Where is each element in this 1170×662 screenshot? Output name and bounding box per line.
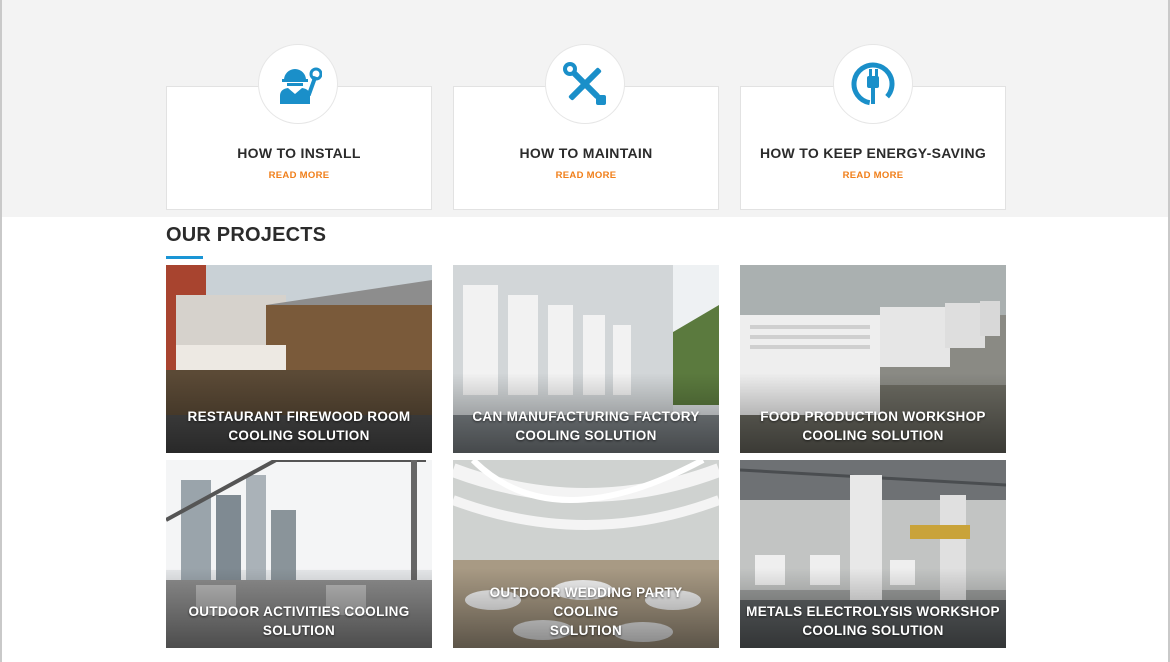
service-title: HOW TO KEEP ENERGY-SAVING — [759, 145, 987, 161]
project-caption: CAN MANUFACTURING FACTORY COOLING SOLUTI… — [472, 409, 700, 443]
project-tile-restaurant[interactable]: RESTAURANT FIREWOOD ROOM COOLING SOLUTIO… — [166, 265, 432, 453]
project-caption: OUTDOOR WEDDING PARTY COOLING SOLUTION — [489, 585, 683, 638]
project-tile-wedding-party[interactable]: OUTDOOR WEDDING PARTY COOLING SOLUTION — [453, 460, 719, 648]
project-caption: METALS ELECTROLYSIS WORKSHOP COOLING SOL… — [746, 604, 1000, 638]
project-caption: RESTAURANT FIREWOOD ROOM COOLING SOLUTIO… — [187, 409, 411, 443]
read-more-link[interactable]: READ MORE — [454, 170, 718, 181]
read-more-link[interactable]: READ MORE — [167, 170, 431, 181]
section-title: OUR PROJECTS — [166, 224, 327, 246]
project-tile-outdoor-activities[interactable]: OUTDOOR ACTIVITIES COOLING SOLUTION — [166, 460, 432, 648]
engineer-wrench-icon — [258, 44, 338, 124]
project-tile-metals-electrolysis[interactable]: METALS ELECTROLYSIS WORKSHOP COOLING SOL… — [740, 460, 1006, 648]
title-underline — [166, 256, 203, 259]
project-caption: OUTDOOR ACTIVITIES COOLING SOLUTION — [188, 604, 410, 638]
read-more-link[interactable]: READ MORE — [741, 170, 1005, 181]
service-title: HOW TO MAINTAIN — [519, 145, 653, 161]
project-tile-can-factory[interactable]: CAN MANUFACTURING FACTORY COOLING SOLUTI… — [453, 265, 719, 453]
project-tile-food-production[interactable]: FOOD PRODUCTION WORKSHOP COOLING SOLUTIO… — [740, 265, 1006, 453]
project-caption: FOOD PRODUCTION WORKSHOP COOLING SOLUTIO… — [760, 409, 986, 443]
power-plug-icon — [833, 44, 913, 124]
crossed-tools-icon — [545, 44, 625, 124]
service-title: HOW TO INSTALL — [237, 145, 361, 161]
